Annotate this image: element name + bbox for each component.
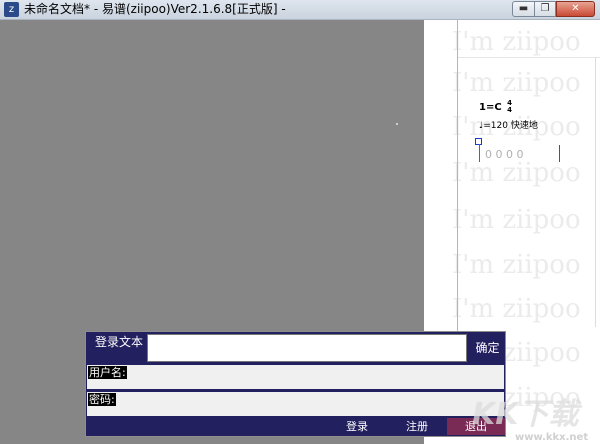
maximize-button[interactable]: ❐ <box>535 1 556 17</box>
watermark-text: I'm ziipoo <box>452 27 581 57</box>
username-field[interactable] <box>87 365 504 389</box>
login-button[interactable]: 登录 <box>338 418 376 435</box>
password-label: 密码: <box>88 393 116 406</box>
measure-notes[interactable]: 0 0 0 0 <box>485 148 523 161</box>
watermark-text: I'm ziipoo <box>452 294 581 324</box>
kk-url-watermark: www.kkx.net <box>515 432 589 443</box>
register-button[interactable]: 注册 <box>398 418 436 435</box>
input-cursor <box>479 144 480 162</box>
watermark-text: I'm ziipoo <box>452 158 581 188</box>
key-label: 1=C <box>479 102 502 113</box>
minimize-button[interactable]: ▬ <box>512 1 535 17</box>
page-margin-line <box>457 20 458 332</box>
title-bar[interactable]: z 未命名文档* - 易谱(ziipoo)Ver2.1.6.8[正式版] - ▬… <box>0 0 600 20</box>
tempo-text: =120 快速地 <box>483 121 538 131</box>
watermark-text: I'm ziipoo <box>452 205 581 235</box>
login-text-label: 登录文本 <box>95 335 144 349</box>
app-icon: z <box>4 2 19 17</box>
watermark-text: I'm ziipoo <box>452 68 581 98</box>
watermark-text: I'm ziipoo <box>452 250 581 280</box>
ok-button[interactable]: 确定 <box>470 334 505 362</box>
page-margin-line <box>595 57 596 327</box>
barline <box>559 145 560 162</box>
tempo-marking[interactable]: ♩=120 快速地 <box>479 118 538 131</box>
canvas-dot <box>396 123 398 125</box>
password-field[interactable] <box>87 392 504 416</box>
window-title: 未命名文档* - 易谱(ziipoo)Ver2.1.6.8[正式版] - <box>24 2 286 16</box>
kk-logo-watermark: KK下载 <box>472 397 579 432</box>
time-signature-bottom: 4 <box>507 106 513 114</box>
login-text-input[interactable] <box>147 334 467 362</box>
username-label: 用户名: <box>88 366 127 379</box>
page-margin-line <box>458 57 600 58</box>
time-signature: 4 4 <box>507 100 512 114</box>
close-button[interactable]: ✕ <box>556 1 595 17</box>
key-signature[interactable]: 1=C 4 4 <box>479 100 512 114</box>
